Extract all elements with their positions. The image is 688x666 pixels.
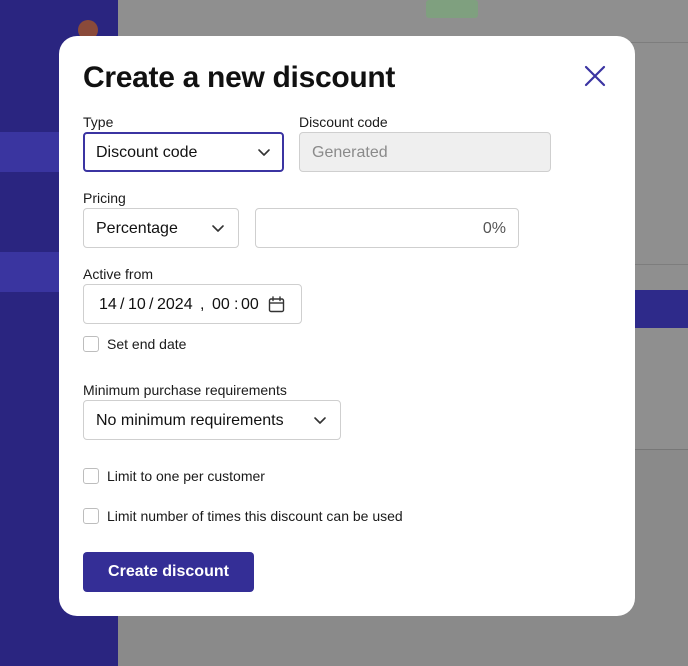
discount-code-input[interactable]: Generated — [299, 132, 551, 172]
date-time-separator: , — [200, 296, 205, 313]
chevron-down-icon — [212, 225, 224, 232]
minimum-purchase-label: Minimum purchase requirements — [83, 382, 287, 398]
minimum-purchase-select[interactable]: No minimum requirements — [83, 400, 341, 440]
limit-one-per-customer-checkbox[interactable] — [83, 468, 99, 484]
create-discount-button[interactable]: Create discount — [83, 552, 254, 592]
pricing-select[interactable]: Percentage — [83, 208, 239, 248]
close-button[interactable] — [583, 64, 607, 88]
pricing-label: Pricing — [83, 190, 126, 206]
modal-title: Create a new discount — [83, 61, 396, 94]
date-month[interactable]: 10 — [128, 296, 146, 314]
time-separator: : — [234, 296, 239, 313]
close-icon — [584, 65, 606, 87]
type-select[interactable]: Discount code — [83, 132, 284, 172]
date-separator: / — [149, 296, 154, 313]
limit-usage-checkbox[interactable] — [83, 508, 99, 524]
pricing-amount-input[interactable]: 0% — [255, 208, 519, 248]
create-discount-button-label: Create discount — [108, 563, 229, 580]
background-status-badge — [426, 0, 478, 18]
active-from-label: Active from — [83, 266, 154, 282]
time-hour[interactable]: 00 — [212, 296, 230, 314]
create-discount-modal: Create a new discount Type Discount code… — [59, 36, 635, 616]
minimum-purchase-value: No minimum requirements — [96, 412, 284, 429]
date-year[interactable]: 2024 — [157, 296, 193, 314]
pricing-amount-suffix: 0% — [482, 220, 506, 237]
set-end-date-checkbox[interactable] — [83, 336, 99, 352]
limit-usage-label: Limit number of times this discount can … — [107, 508, 403, 524]
chevron-down-icon — [258, 149, 270, 156]
date-separator: / — [120, 296, 125, 313]
discount-code-value: Generated — [312, 144, 388, 161]
date-day[interactable]: 14 — [99, 296, 117, 314]
limit-one-per-customer-label: Limit to one per customer — [107, 468, 265, 484]
pricing-select-value: Percentage — [96, 220, 178, 237]
chevron-down-icon — [314, 417, 326, 424]
calendar-icon[interactable] — [268, 296, 285, 313]
discount-code-label: Discount code — [299, 114, 388, 130]
active-from-datetime-input[interactable]: 14 / 10 / 2024 , 00 : 00 — [83, 284, 302, 324]
type-select-value: Discount code — [96, 144, 198, 161]
set-end-date-label: Set end date — [107, 336, 187, 352]
type-label: Type — [83, 114, 114, 130]
time-minute[interactable]: 00 — [241, 296, 259, 314]
